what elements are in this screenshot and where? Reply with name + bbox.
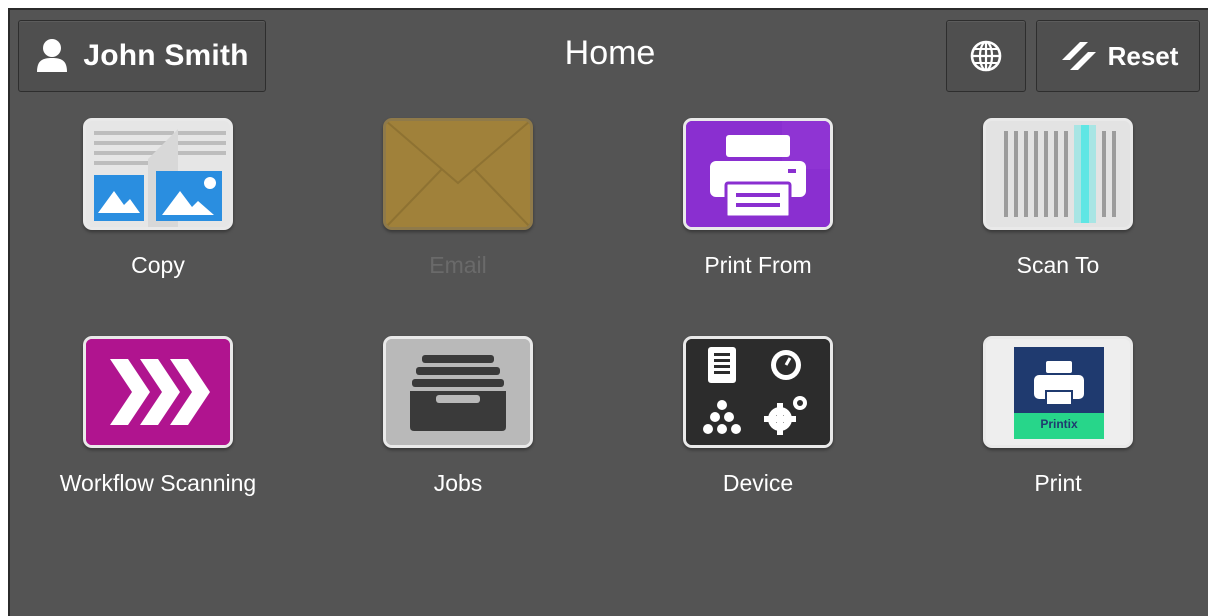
app-workflow-scanning[interactable]: Workflow Scanning [28, 336, 288, 526]
chevrons-icon [83, 336, 233, 448]
app-label: Scan To [1016, 252, 1100, 278]
globe-icon [969, 39, 1003, 73]
copy-icon [83, 118, 233, 230]
printix-badge-text: Printix [1040, 417, 1078, 431]
reset-label: Reset [1107, 40, 1179, 71]
app-email: Email [328, 118, 588, 308]
app-jobs[interactable]: Jobs [328, 336, 588, 526]
envelope-icon [383, 118, 533, 230]
user-name: John Smith [83, 39, 249, 72]
printer-icon [683, 118, 833, 230]
app-label: Workflow Scanning [59, 470, 257, 496]
app-print-from[interactable]: Print From [628, 118, 888, 308]
reset-button[interactable]: Reset [1036, 20, 1200, 92]
app-print[interactable]: Printix Print [928, 336, 1188, 526]
home-screen: John Smith Home Reset Copy Email Print F… [8, 8, 1208, 616]
app-label: Jobs [433, 470, 483, 496]
reset-slash-icon [1058, 38, 1098, 74]
app-label: Email [429, 252, 487, 278]
app-label: Copy [131, 252, 185, 278]
person-icon [35, 38, 69, 74]
user-account-button[interactable]: John Smith [18, 20, 266, 92]
job-tray-icon [383, 336, 533, 448]
language-button[interactable] [946, 20, 1026, 92]
app-label: Print From [704, 252, 812, 278]
app-label: Print [1034, 470, 1082, 496]
device-status-icon [683, 336, 833, 448]
app-label: Device [722, 470, 794, 496]
app-copy[interactable]: Copy [28, 118, 288, 308]
app-scan-to[interactable]: Scan To [928, 118, 1188, 308]
page-title: Home [564, 34, 656, 72]
app-device[interactable]: Device [628, 336, 888, 526]
scanner-icon [983, 118, 1133, 230]
printix-icon: Printix [983, 336, 1133, 448]
